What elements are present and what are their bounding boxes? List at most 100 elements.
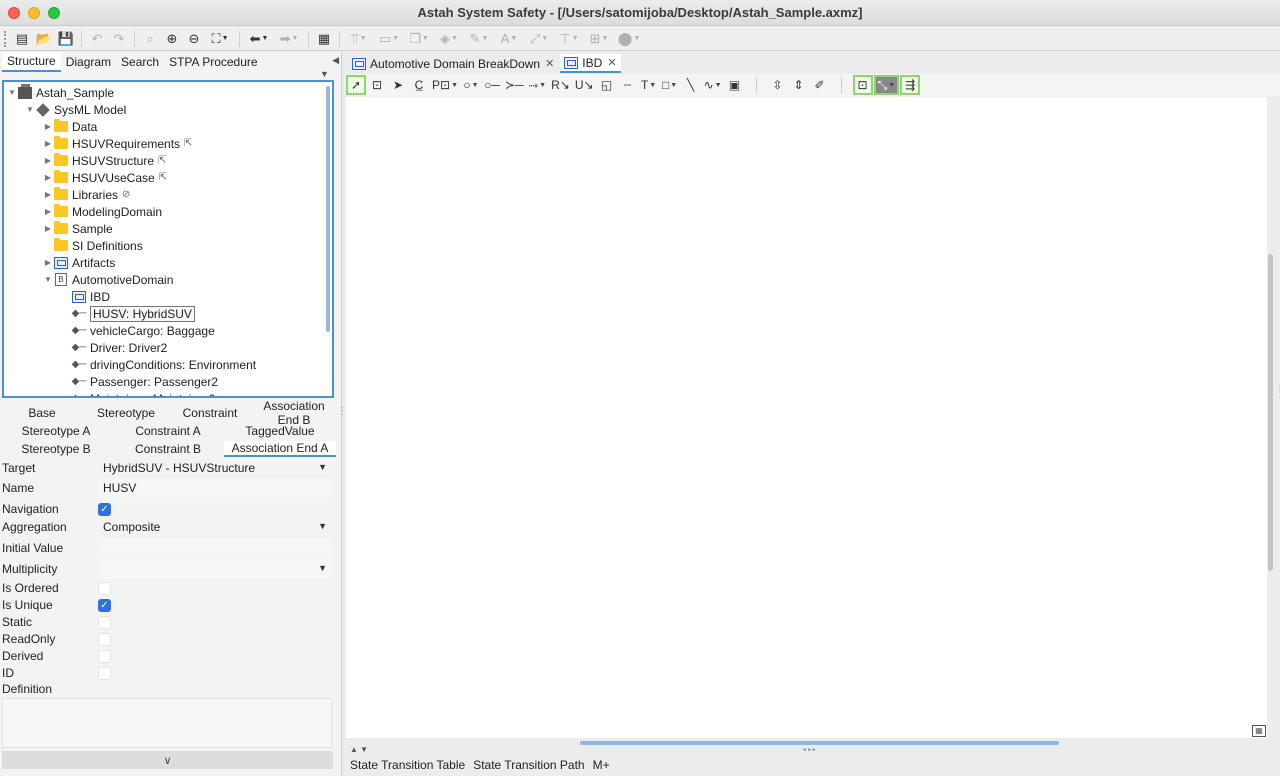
- interface-tool-icon[interactable]: ○─: [482, 75, 502, 95]
- close-window-button[interactable]: [8, 7, 20, 19]
- tree-item[interactable]: ◆─ Driver: Driver2: [60, 339, 168, 356]
- tree-item[interactable]: ▶ Data: [42, 118, 97, 135]
- chevron-down-icon[interactable]: ▼: [318, 462, 327, 472]
- bottom-splitter-handle[interactable]: •••: [803, 745, 817, 756]
- id-checkbox[interactable]: [98, 666, 111, 680]
- distribute-icon[interactable]: ▭ ▼: [375, 29, 403, 49]
- is-unique-checkbox[interactable]: ✓: [98, 598, 111, 612]
- canvas-vertical-scrollbar[interactable]: [1268, 254, 1273, 571]
- chevron-down-icon[interactable]: ▼: [422, 35, 429, 42]
- chevron-down-icon[interactable]: ▼: [633, 35, 640, 42]
- diagram-tab-breakdown[interactable]: Automotive Domain BreakDown ✕: [348, 54, 559, 73]
- collapse-properties-button[interactable]: ∨: [2, 751, 333, 769]
- prop-tab-stereotype-b[interactable]: Stereotype B: [0, 442, 112, 456]
- tree-item[interactable]: ▶ ModelingDomain: [42, 203, 162, 220]
- tree-scrollbar[interactable]: [326, 86, 330, 332]
- derived-checkbox[interactable]: [98, 649, 111, 663]
- font-color-icon[interactable]: A ▼: [495, 29, 523, 49]
- fit-window-icon[interactable]: ⛶ ▼: [206, 29, 234, 49]
- line-style-icon[interactable]: ⤢ ▼: [525, 29, 553, 49]
- zoom-in-icon[interactable]: ⊕: [162, 29, 182, 49]
- chevron-down-icon[interactable]: ▼: [318, 563, 327, 573]
- connector-tool-icon[interactable]: C̲: [409, 75, 429, 95]
- collapsed-arrow-icon[interactable]: ▶: [42, 173, 54, 182]
- chevron-down-icon[interactable]: ▼: [481, 35, 488, 42]
- tree-item[interactable]: ▼ B AutomotiveDomain: [42, 271, 173, 288]
- tree-item[interactable]: ▼ Astah_Sample: [6, 83, 114, 101]
- tree-item[interactable]: ▼ SysML Model: [24, 101, 126, 118]
- collapsed-arrow-icon[interactable]: ▶: [42, 139, 54, 148]
- chevron-down-icon[interactable]: ▼: [670, 82, 677, 89]
- multiplicity-select[interactable]: ▼: [98, 559, 330, 579]
- tab-search[interactable]: Search: [116, 53, 164, 71]
- snap-icon[interactable]: ⊡: [852, 75, 873, 95]
- zoom-fit-icon[interactable]: ⌕: [140, 29, 160, 49]
- tree-item[interactable]: ▶ Sample: [42, 220, 113, 237]
- line-tool-icon[interactable]: ╲: [681, 75, 701, 95]
- flow-tool-icon[interactable]: ⤑ ▼: [527, 75, 549, 95]
- chevron-down-icon[interactable]: ▼: [291, 35, 298, 42]
- new-icon[interactable]: ▤: [12, 29, 32, 49]
- open-icon[interactable]: 📂: [34, 29, 54, 49]
- collapsed-arrow-icon[interactable]: ▶: [42, 258, 54, 267]
- name-field[interactable]: HUSV: [98, 478, 330, 498]
- chevron-down-icon[interactable]: ▼: [888, 82, 895, 89]
- prop-tab-association-end-a[interactable]: Association End A: [224, 441, 336, 457]
- collapsed-arrow-icon[interactable]: ▶: [42, 122, 54, 131]
- back-icon[interactable]: ⬅ ▼: [245, 29, 273, 49]
- prop-tab-stereotype-a[interactable]: Stereotype A: [0, 424, 112, 438]
- chevron-down-icon[interactable]: ▼: [572, 35, 579, 42]
- chevron-down-icon[interactable]: ▼: [649, 82, 656, 89]
- circle-tool-icon[interactable]: ○ ▼: [461, 75, 481, 95]
- horizontal-space-icon[interactable]: ⇕: [789, 75, 809, 95]
- tree-item[interactable]: ◆─ Passenger: Passenger2: [60, 373, 218, 390]
- prop-tab-taggedvalue[interactable]: TaggedValue: [224, 424, 336, 438]
- image-tool-icon[interactable]: ▣: [725, 75, 745, 95]
- target-select[interactable]: HybridSUV - HSUVStructure ▼: [98, 459, 330, 478]
- required-tool-icon[interactable]: ≻─: [503, 75, 526, 95]
- frame-tool-icon[interactable]: ⊡: [367, 75, 387, 95]
- tab-stpa-procedure[interactable]: STPA Procedure: [164, 53, 263, 71]
- aggregation-select[interactable]: Composite ▼: [98, 518, 330, 537]
- tree-item[interactable]: ▶ Artifacts: [42, 254, 115, 271]
- collapsed-arrow-icon[interactable]: ▶: [42, 207, 54, 216]
- bottom-tab-state-transition-table[interactable]: State Transition Table: [346, 758, 469, 774]
- tree-item[interactable]: ▶ HSUVRequirements ⇱: [42, 135, 192, 152]
- text-tool-icon[interactable]: T ▼: [639, 75, 659, 95]
- usage-tool-icon[interactable]: U↘: [573, 75, 596, 95]
- redo-icon[interactable]: ↷: [109, 29, 129, 49]
- tree-item[interactable]: ▶ Libraries ⊘: [42, 186, 130, 203]
- collapsed-arrow-icon[interactable]: ▶: [42, 156, 54, 165]
- chevron-down-icon[interactable]: ▼: [715, 82, 722, 89]
- port-tool-icon[interactable]: ➤: [388, 75, 408, 95]
- item-flow-tool-icon[interactable]: R↘: [549, 75, 572, 95]
- definition-textarea[interactable]: [2, 698, 332, 748]
- prop-tab-stereotype[interactable]: Stereotype: [84, 406, 168, 420]
- align-icon[interactable]: ⫪ ▼: [345, 29, 373, 49]
- overview-icon[interactable]: ▦: [1252, 725, 1266, 737]
- collapsed-arrow-icon[interactable]: ▶: [42, 224, 54, 233]
- fill-color-icon[interactable]: ◈ ▼: [435, 29, 463, 49]
- tree-layout-icon[interactable]: ⊤ ▼: [555, 29, 583, 49]
- chevron-down-icon[interactable]: ▼: [451, 35, 458, 42]
- chevron-down-icon[interactable]: ▼: [451, 82, 458, 89]
- tree-item[interactable]: ▶ HSUVUseCase ⇱: [42, 169, 167, 186]
- toolbar-grip[interactable]: [4, 30, 8, 47]
- save-icon[interactable]: 💾: [56, 29, 76, 49]
- curve-tool-icon[interactable]: ∿ ▼: [702, 75, 724, 95]
- note-tool-icon[interactable]: ◱: [597, 75, 617, 95]
- chevron-down-icon[interactable]: ▼: [261, 35, 268, 42]
- minimize-window-button[interactable]: [28, 7, 40, 19]
- collapse-left-icon[interactable]: ◀: [332, 55, 339, 66]
- part-tool-icon[interactable]: P⊡ ▼: [430, 75, 460, 95]
- expanded-arrow-icon[interactable]: ▼: [42, 275, 54, 284]
- diagram-canvas[interactable]: [346, 97, 1267, 738]
- bottom-tab-m-[interactable]: M+: [589, 758, 614, 774]
- undo-icon[interactable]: ↶: [87, 29, 107, 49]
- line-mode-icon[interactable]: ⤡ ▼: [873, 75, 900, 95]
- tab-structure[interactable]: Structure: [2, 52, 61, 72]
- canvas-horizontal-scrollbar[interactable]: [580, 741, 1059, 745]
- tree-item[interactable]: ◆─Maintainer: Maintainer2: [60, 390, 216, 397]
- close-icon[interactable]: ✕: [607, 56, 616, 69]
- chevron-down-icon[interactable]: ▼: [601, 35, 608, 42]
